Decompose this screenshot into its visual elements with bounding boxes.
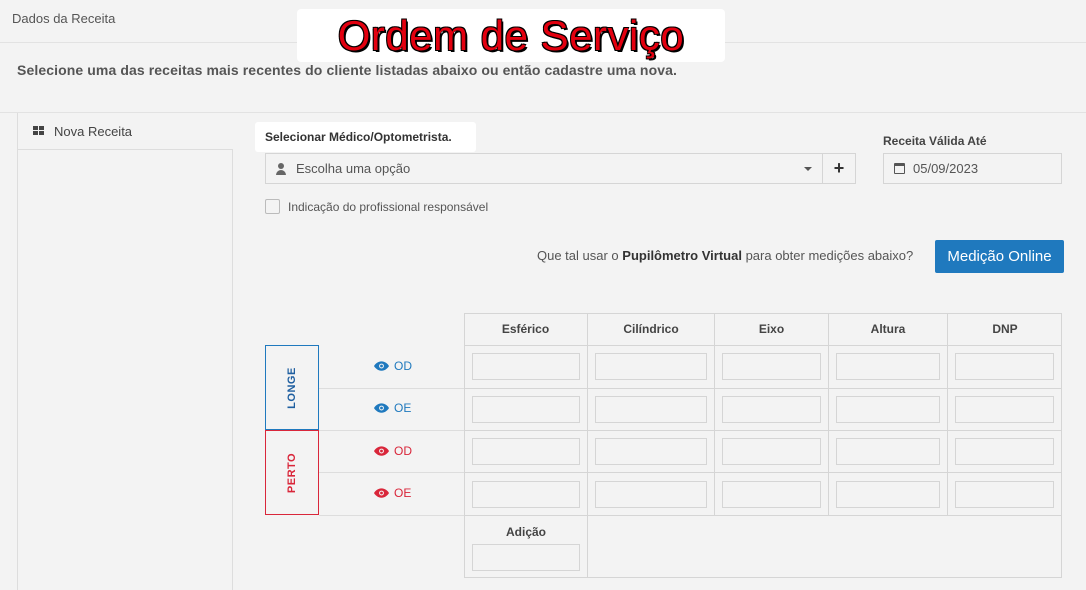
perto-oe-esferico-input[interactable] — [472, 481, 580, 508]
perto-oe-altura-input[interactable] — [836, 481, 940, 508]
eye-icon — [374, 488, 389, 498]
longe-oe-altura-input[interactable] — [836, 396, 940, 423]
longe-od-eixo-input[interactable] — [722, 353, 821, 380]
sidebar-item-label: Nova Receita — [54, 123, 133, 139]
group-label-longe: LONGE — [265, 345, 319, 430]
promo-suffix: para obter medições abaixo? — [741, 248, 914, 263]
row-divider — [319, 430, 464, 431]
perto-od-eixo-input[interactable] — [722, 438, 821, 465]
longe-od-altura-input[interactable] — [836, 353, 940, 380]
col-header-cilindrico: Cilíndrico — [588, 313, 715, 346]
doctor-label: Selecionar Médico/Optometrista. — [255, 122, 476, 152]
eye-label-text: OE — [394, 401, 412, 415]
eye-icon — [374, 361, 389, 371]
date-label: Receita Válida Até — [883, 134, 987, 148]
col-header-dnp: DNP — [948, 313, 1062, 346]
eye-label-text: OD — [394, 359, 412, 373]
eye-label-longe-od: OD — [374, 359, 412, 373]
add-doctor-button[interactable]: + — [822, 153, 856, 184]
eye-icon — [374, 403, 389, 413]
perto-od-altura-input[interactable] — [836, 438, 940, 465]
perto-oe-dnp-input[interactable] — [955, 481, 1054, 508]
longe-oe-esferico-input[interactable] — [472, 396, 580, 423]
eye-label-text: OE — [394, 486, 412, 500]
doctor-select-value: Escolha uma opção — [296, 161, 411, 176]
grid-icon — [33, 126, 44, 136]
addition-label: Adição — [505, 525, 546, 539]
column-divider — [587, 516, 588, 578]
group-label-text: PERTO — [285, 452, 298, 493]
sidebar: Nova Receita — [17, 113, 233, 590]
header-title: Dados da Receita — [12, 11, 116, 26]
row-divider — [319, 515, 464, 516]
longe-oe-dnp-input[interactable] — [955, 396, 1054, 423]
doctor-select[interactable]: Escolha uma opção — [265, 153, 823, 184]
longe-oe-eixo-input[interactable] — [722, 396, 821, 423]
promo-bold: Pupilômetro Virtual — [622, 248, 742, 263]
group-label-text: LONGE — [286, 366, 298, 409]
row-divider — [319, 472, 464, 473]
longe-od-cilindrico-input[interactable] — [595, 353, 707, 380]
perto-oe-cilindrico-input[interactable] — [595, 481, 707, 508]
perto-oe-eixo-input[interactable] — [722, 481, 821, 508]
row-divider — [319, 388, 464, 389]
perto-od-dnp-input[interactable] — [955, 438, 1054, 465]
row-divider — [464, 388, 1062, 389]
sidebar-item-nova-receita[interactable]: Nova Receita — [18, 113, 233, 150]
promo-prefix: Que tal usar o — [537, 248, 623, 263]
calendar-icon — [894, 163, 905, 174]
col-header-eixo: Eixo — [715, 313, 829, 346]
user-doctor-icon — [276, 162, 286, 175]
col-header-altura: Altura — [829, 313, 948, 346]
eye-label-text: OD — [394, 444, 412, 458]
group-label-perto: PERTO — [265, 430, 319, 515]
perto-od-esferico-input[interactable] — [472, 438, 580, 465]
longe-od-dnp-input[interactable] — [955, 353, 1054, 380]
row-divider — [464, 472, 1062, 473]
row-divider — [464, 515, 1062, 516]
addition-input[interactable] — [472, 544, 580, 571]
col-header-esferico: Esférico — [464, 313, 588, 346]
column-divider — [714, 346, 715, 516]
column-divider — [947, 346, 948, 516]
overlay-title: Ordem de Serviço — [337, 11, 685, 59]
eye-label-perto-od: OD — [374, 444, 412, 458]
promo-text: Que tal usar o Pupilômetro Virtual para … — [537, 248, 913, 263]
instruction-text: Selecione uma das receitas mais recentes… — [17, 62, 677, 78]
eye-label-perto-oe: OE — [374, 486, 411, 500]
professional-indication-row: Indicação do profissional responsável — [265, 199, 488, 214]
column-divider — [828, 346, 829, 516]
checkbox-label: Indicação do profissional responsável — [288, 199, 489, 214]
perto-od-cilindrico-input[interactable] — [595, 438, 707, 465]
date-value: 05/09/2023 — [913, 161, 979, 176]
online-measurement-button[interactable]: Medição Online — [935, 240, 1064, 273]
overlay-banner: Ordem de Serviço — [297, 9, 725, 62]
professional-indication-checkbox[interactable] — [265, 199, 280, 214]
longe-od-esferico-input[interactable] — [472, 353, 580, 380]
chevron-down-icon — [804, 167, 812, 171]
column-divider — [587, 346, 588, 516]
eye-label-longe-oe: OE — [374, 401, 411, 415]
valid-until-date-input[interactable]: 05/09/2023 — [883, 153, 1062, 184]
eye-icon — [374, 446, 389, 456]
row-divider — [464, 430, 1062, 431]
longe-oe-cilindrico-input[interactable] — [595, 396, 707, 423]
